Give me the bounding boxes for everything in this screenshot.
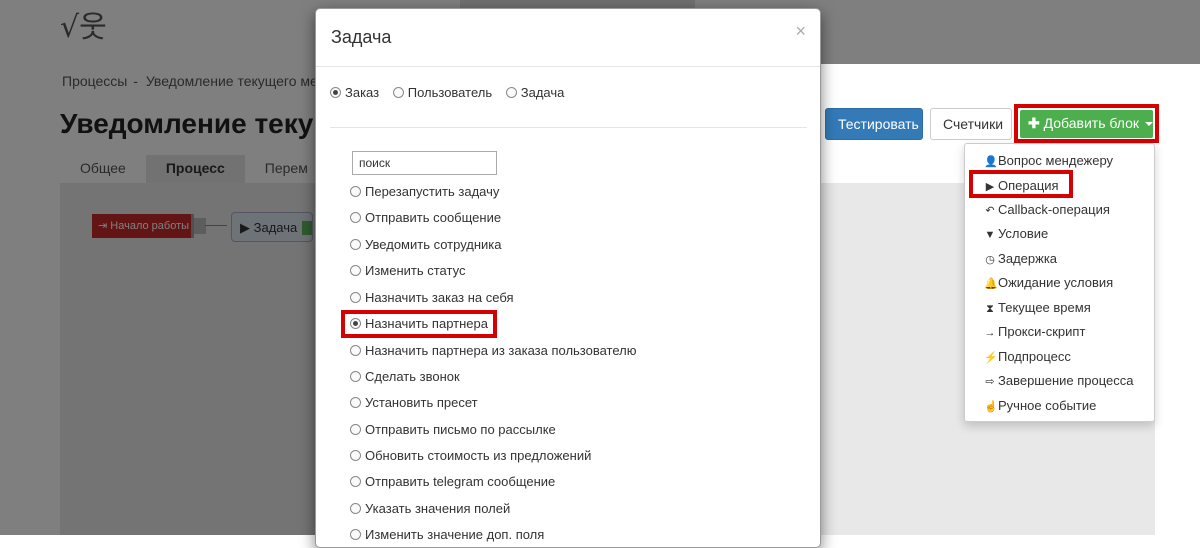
- dropdown-item-label: Подпроцесс: [998, 349, 1071, 364]
- modal-title: Задача: [331, 27, 392, 47]
- dropdown-item-label: Ожидание условия: [998, 275, 1114, 290]
- options-divider: [330, 127, 807, 128]
- operation-label: Назначить партнера из заказа пользовател…: [365, 343, 637, 358]
- bell-icon: 🔔: [984, 278, 998, 290]
- operation-option[interactable]: Изменить статус: [350, 263, 465, 278]
- page-margin: [1155, 64, 1200, 535]
- dropdown-item-manual-event[interactable]: ☝Ручное событие: [984, 398, 1096, 413]
- operation-option[interactable]: Назначить заказ на себя: [350, 290, 514, 305]
- operation-label: Обновить стоимость из предложений: [365, 448, 592, 463]
- operation-label: Перезапустить задачу: [365, 184, 500, 199]
- operation-option[interactable]: Обновить стоимость из предложений: [350, 448, 591, 463]
- add-block-label: Добавить блок: [1043, 115, 1140, 131]
- radio-button[interactable]: [350, 397, 361, 408]
- radio-button[interactable]: [350, 212, 361, 223]
- clock-icon: ◷: [985, 254, 995, 266]
- arrow-right-icon: →: [984, 327, 996, 339]
- dropdown-item-label: Ручное событие: [998, 398, 1097, 413]
- radio-button[interactable]: [350, 424, 361, 435]
- radio-button[interactable]: [392, 87, 404, 98]
- operation-highlight-visible: [969, 170, 1073, 198]
- add-block-button-visible[interactable]: ✚ Добавить блок: [1020, 110, 1153, 138]
- dropdown-item-proxy-script[interactable]: →Прокси-скрипт: [984, 324, 1086, 339]
- type-option-user[interactable]: Пользователь: [392, 85, 493, 100]
- operation-option[interactable]: Указать значения полей: [350, 501, 510, 516]
- dropdown-item-process-end[interactable]: ⇨Завершение процесса: [984, 373, 1134, 388]
- operation-label: Сделать звонок: [365, 369, 460, 384]
- radio-button[interactable]: [350, 371, 361, 382]
- dropdown-item-condition[interactable]: ▼Условие: [984, 226, 1049, 241]
- radio-button[interactable]: [350, 450, 361, 461]
- operation-label: Уведомить сотрудника: [365, 237, 502, 252]
- operation-option[interactable]: Назначить партнера из заказа пользовател…: [350, 343, 637, 358]
- radio-button[interactable]: [350, 476, 361, 487]
- dropdown-item-label: Callback-операция: [998, 202, 1110, 217]
- operation-option[interactable]: Уведомить сотрудника: [350, 237, 502, 252]
- operation-label: Указать значения полей: [365, 501, 511, 516]
- type-option-label: Заказ: [345, 85, 380, 100]
- user-icon: 👤: [984, 156, 998, 168]
- dropdown-item-manager-question[interactable]: 👤Вопрос мендежеру: [984, 153, 1113, 168]
- toolbar-region: Тестировать Счетчики ✚ Добавить блок 👤Во…: [820, 64, 1200, 535]
- operation-label: Установить пресет: [365, 395, 478, 410]
- operation-option[interactable]: Установить пресет: [350, 395, 478, 410]
- entity-type-selector: Заказ Пользователь Задача: [330, 85, 574, 100]
- operation-label: Назначить заказ на себя: [365, 290, 514, 305]
- selected-operation-highlight: [341, 310, 497, 338]
- dropdown-item-label: Условие: [998, 226, 1049, 241]
- type-option-label: Задача: [520, 85, 565, 100]
- task-modal: Задача × Заказ Пользователь Задача Перез…: [315, 8, 821, 548]
- dropdown-item-label: Текущее время: [998, 300, 1091, 315]
- operation-search-input[interactable]: [352, 151, 497, 175]
- radio-button[interactable]: [350, 239, 361, 250]
- dropdown-item-label: Вопрос мендежеру: [998, 153, 1114, 168]
- operation-option[interactable]: Отправить письмо по рассылке: [350, 422, 556, 437]
- radio-button[interactable]: [350, 345, 361, 356]
- operation-label: Изменить статус: [365, 263, 466, 278]
- toolbar-region-inner: Тестировать Счетчики ✚ Добавить блок 👤Во…: [820, 64, 1200, 535]
- dropdown-item-wait-condition[interactable]: 🔔Ожидание условия: [984, 275, 1113, 290]
- dropdown-item-callback-operation[interactable]: ↶Callback-операция: [984, 202, 1110, 217]
- operation-label: Отправить telegram сообщение: [365, 474, 556, 489]
- hourglass-icon: ⧗: [986, 303, 994, 315]
- operation-option[interactable]: Перезапустить задачу: [350, 184, 499, 199]
- radio-button[interactable]: [350, 292, 361, 303]
- dropdown-item-label: Задержка: [998, 251, 1058, 266]
- close-icon[interactable]: ×: [795, 21, 806, 42]
- operation-option[interactable]: Отправить сообщение: [350, 210, 501, 225]
- type-option-task[interactable]: Задача: [505, 85, 565, 100]
- sign-out-icon: ⇨: [985, 376, 995, 388]
- operation-option[interactable]: Отправить telegram сообщение: [350, 474, 555, 489]
- radio-button[interactable]: [330, 87, 341, 98]
- dropdown-item-delay[interactable]: ◷Задержка: [984, 251, 1057, 266]
- radio-button[interactable]: [505, 87, 517, 98]
- radio-button[interactable]: [350, 503, 361, 514]
- operation-label: Отправить письмо по рассылке: [365, 422, 556, 437]
- dropdown-item-current-time[interactable]: ⧗ Текущее время: [984, 300, 1091, 316]
- radio-button[interactable]: [350, 265, 361, 276]
- hand-pointer-icon: ☝: [984, 401, 998, 413]
- type-option-label: Пользователь: [407, 85, 493, 100]
- plus-icon: ✚: [1028, 115, 1040, 131]
- operation-label: Отправить сообщение: [365, 210, 502, 225]
- reply-icon: ↶: [985, 205, 995, 217]
- plug-icon: ⚡: [984, 352, 998, 364]
- modal-header-divider: [316, 66, 820, 67]
- radio-button[interactable]: [350, 186, 361, 197]
- caret-down-icon: [1144, 122, 1153, 127]
- operation-option[interactable]: Сделать звонок: [350, 369, 460, 384]
- dropdown-item-label: Завершение процесса: [998, 373, 1134, 388]
- type-option-order[interactable]: Заказ: [330, 85, 379, 100]
- dropdown-item-subprocess[interactable]: ⚡Подпроцесс: [984, 349, 1071, 364]
- filter-icon: ▼: [984, 229, 996, 241]
- dropdown-item-label: Прокси-скрипт: [998, 324, 1086, 339]
- counters-button-visible[interactable]: Счетчики: [930, 108, 1012, 140]
- test-button-visible[interactable]: Тестировать: [825, 108, 923, 140]
